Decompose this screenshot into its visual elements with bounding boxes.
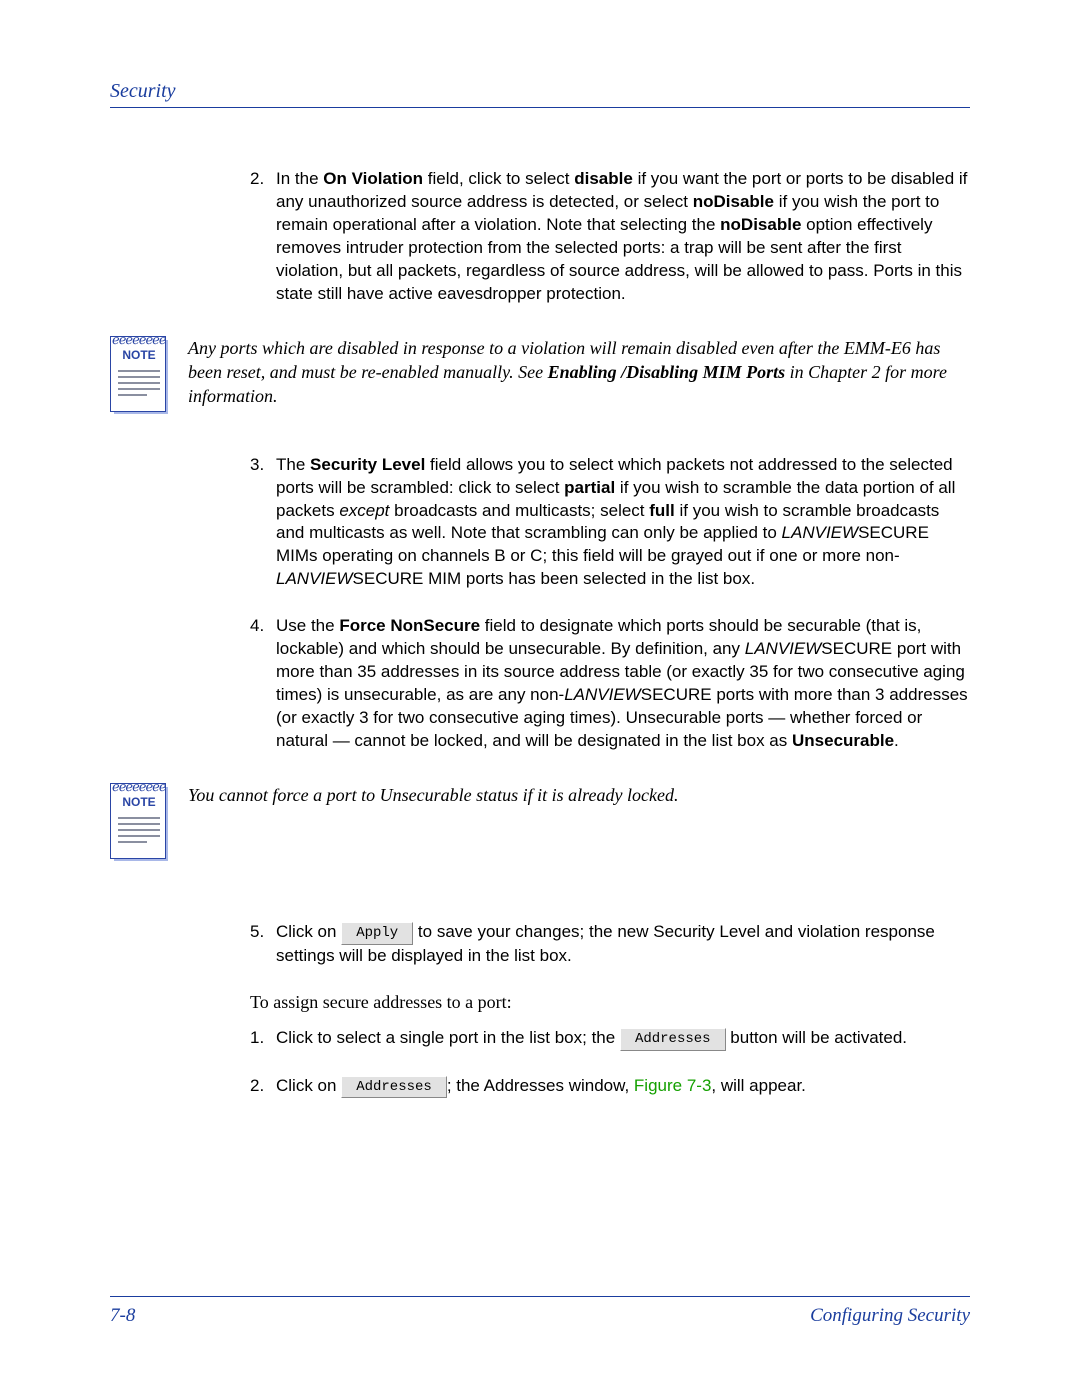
addresses-button[interactable]: Addresses [620, 1028, 726, 1051]
addresses-button[interactable]: Addresses [341, 1076, 447, 1099]
note-label: NOTE [110, 348, 168, 362]
content-column: 5.Click on Apply to save your changes; t… [250, 921, 970, 1099]
step: 2.Click on Addresses; the Addresses wind… [250, 1075, 970, 1099]
step-body: Click on Addresses; the Addresses window… [276, 1075, 970, 1099]
content-column: 2.In the On Violation field, click to se… [250, 168, 970, 306]
step: 1.Click to select a single port in the l… [250, 1027, 970, 1051]
step-number: 1. [250, 1027, 276, 1051]
page-number: 7-8 [110, 1305, 135, 1327]
step-body: Use the Force NonSecure field to designa… [276, 615, 970, 753]
note-text: You cannot force a port to Unsecurable s… [188, 783, 970, 861]
note-icon: ℯℯℯℯℯℯℯℯ NOTE [110, 783, 168, 861]
intro-line: To assign secure addresses to a port: [250, 992, 970, 1013]
step: 3.The Security Level field allows you to… [250, 454, 970, 592]
step-number: 2. [250, 168, 276, 306]
content-column: 3.The Security Level field allows you to… [250, 454, 970, 753]
step-number: 3. [250, 454, 276, 592]
step-body: The Security Level field allows you to s… [276, 454, 970, 592]
step: 4.Use the Force NonSecure field to desig… [250, 615, 970, 753]
running-header: Security [110, 80, 970, 108]
step-number: 5. [250, 921, 276, 968]
page: Security 2.In the On Violation field, cl… [0, 0, 1080, 1397]
step: 5.Click on Apply to save your changes; t… [250, 921, 970, 968]
footer: 7-8 Configuring Security [110, 1296, 970, 1327]
note-text: Any ports which are disabled in response… [188, 336, 970, 414]
note-block: ℯℯℯℯℯℯℯℯ NOTE Any ports which are disabl… [110, 336, 970, 414]
step-body: Click to select a single port in the lis… [276, 1027, 970, 1051]
note-label: NOTE [110, 795, 168, 809]
step-number: 4. [250, 615, 276, 753]
section-name: Configuring Security [810, 1305, 970, 1327]
step: 2.In the On Violation field, click to se… [250, 168, 970, 306]
note-icon: ℯℯℯℯℯℯℯℯ NOTE [110, 336, 168, 414]
step-number: 2. [250, 1075, 276, 1099]
apply-button[interactable]: Apply [341, 922, 413, 945]
note-block: ℯℯℯℯℯℯℯℯ NOTE You cannot force a port to… [110, 783, 970, 861]
step-body: In the On Violation field, click to sele… [276, 168, 970, 306]
step-body: Click on Apply to save your changes; the… [276, 921, 970, 968]
